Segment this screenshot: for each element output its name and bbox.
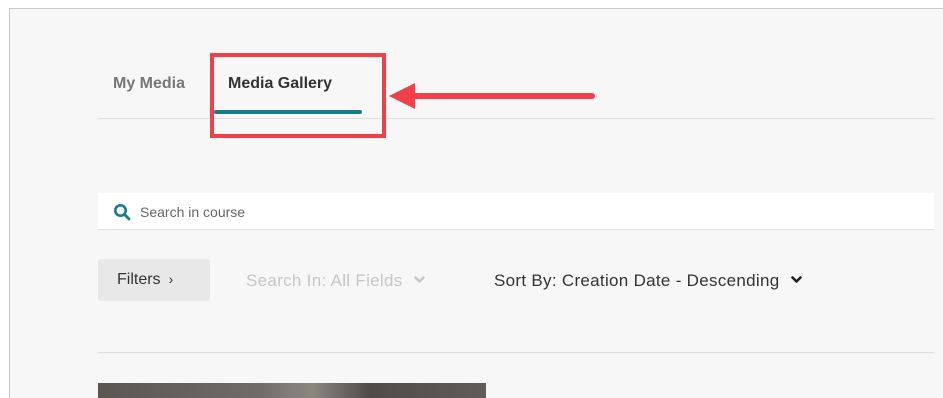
search-bar — [98, 193, 934, 230]
media-tabs: My Media Media Gallery — [98, 62, 934, 119]
tab-media-gallery[interactable]: Media Gallery — [228, 75, 332, 93]
sort-by-dropdown[interactable]: Sort By: Creation Date - Descending — [494, 271, 802, 291]
chevron-down-icon — [790, 276, 802, 283]
sort-by-label: Sort By: Creation Date - Descending — [494, 271, 780, 290]
active-tab-indicator — [214, 110, 362, 114]
search-input[interactable] — [138, 199, 922, 225]
search-icon[interactable] — [113, 203, 131, 221]
media-thumbnail[interactable] — [98, 383, 486, 398]
filters-button[interactable]: Filters › — [98, 259, 210, 301]
section-divider — [98, 352, 934, 353]
tab-my-media[interactable]: My Media — [113, 75, 185, 93]
chevron-right-icon: › — [168, 271, 174, 287]
filters-label: Filters — [117, 271, 161, 288]
search-in-label: Search In: All Fields — [246, 271, 403, 290]
chevron-down-icon — [413, 276, 425, 283]
search-in-dropdown[interactable]: Search In: All Fields — [246, 271, 425, 291]
